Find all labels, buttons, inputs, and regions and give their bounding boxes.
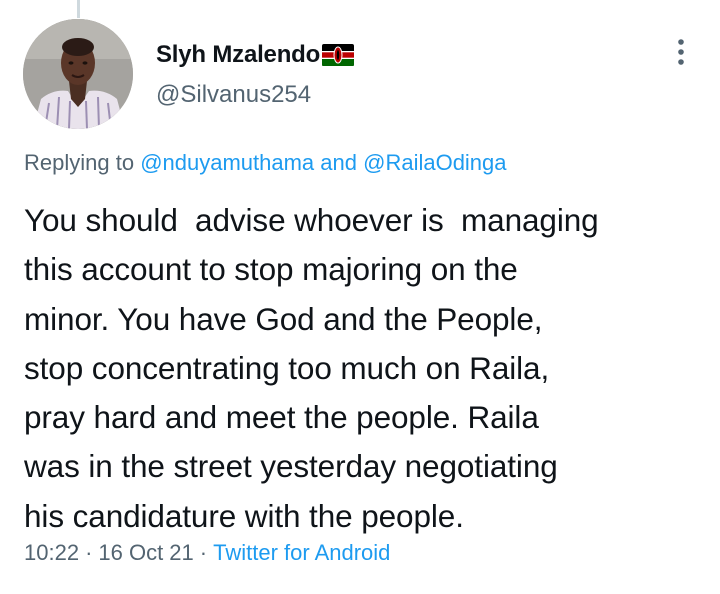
replying-to-label: Replying to	[24, 150, 141, 175]
tweet-time[interactable]: 10:22	[24, 540, 79, 565]
tweet-text: You should advise whoever is managing th…	[24, 202, 599, 534]
tweet-source-link[interactable]: Twitter for Android	[213, 540, 390, 565]
mention-link-nduyamuthama[interactable]: @nduyamuthama	[140, 150, 314, 175]
mention-joiner: and	[314, 150, 364, 175]
mention-link-railaodinga[interactable]: @RailaOdinga	[363, 150, 506, 175]
tweet-meta: 10:22 · 16 Oct 21 · Twitter for Android	[24, 540, 390, 566]
meta-separator: ·	[199, 540, 208, 565]
display-name[interactable]: Slyh Mzalendo	[156, 41, 320, 69]
author-handle[interactable]: @Silvanus254	[156, 81, 354, 109]
author-block: Slyh Mzalendo @Silvanus254	[156, 40, 355, 109]
meta-separator: ·	[85, 540, 93, 565]
avatar[interactable]	[23, 19, 133, 129]
avatar-photo	[23, 19, 133, 129]
thread-connector-line	[77, 0, 80, 18]
tweet-date[interactable]: 16 Oct 21	[98, 540, 193, 565]
name-row: Slyh Mzalendo	[156, 40, 355, 70]
kenya-flag-icon	[322, 44, 355, 66]
tweet: Slyh Mzalendo @Silvanus254 Replying to @…	[0, 0, 720, 594]
replying-to-line: Replying to @nduyamuthama and @RailaOdin…	[24, 150, 507, 176]
more-vertical-icon[interactable]	[666, 34, 696, 70]
